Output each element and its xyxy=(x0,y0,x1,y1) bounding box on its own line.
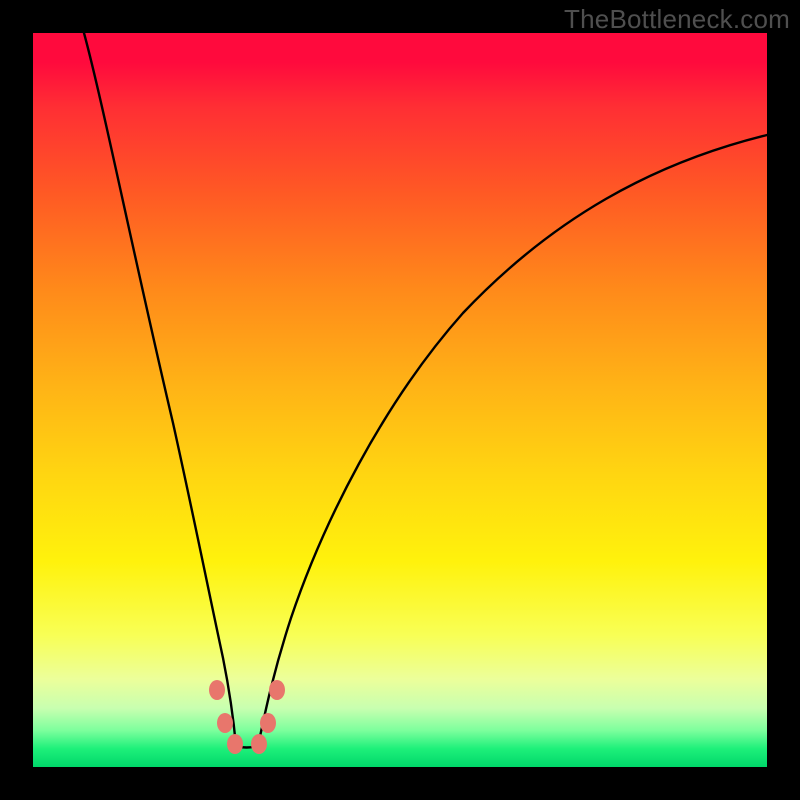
marker-dot xyxy=(217,713,233,733)
chart-frame: TheBottleneck.com xyxy=(0,0,800,800)
marker-dot xyxy=(209,680,225,700)
plot-area xyxy=(33,33,767,767)
marker-group xyxy=(209,680,285,754)
watermark-text: TheBottleneck.com xyxy=(564,4,790,35)
bottleneck-curve xyxy=(33,33,767,767)
curve-right xyxy=(258,135,767,746)
curve-left xyxy=(84,33,236,746)
marker-dot xyxy=(269,680,285,700)
marker-dot xyxy=(260,713,276,733)
marker-dot xyxy=(251,734,267,754)
marker-dot xyxy=(227,734,243,754)
